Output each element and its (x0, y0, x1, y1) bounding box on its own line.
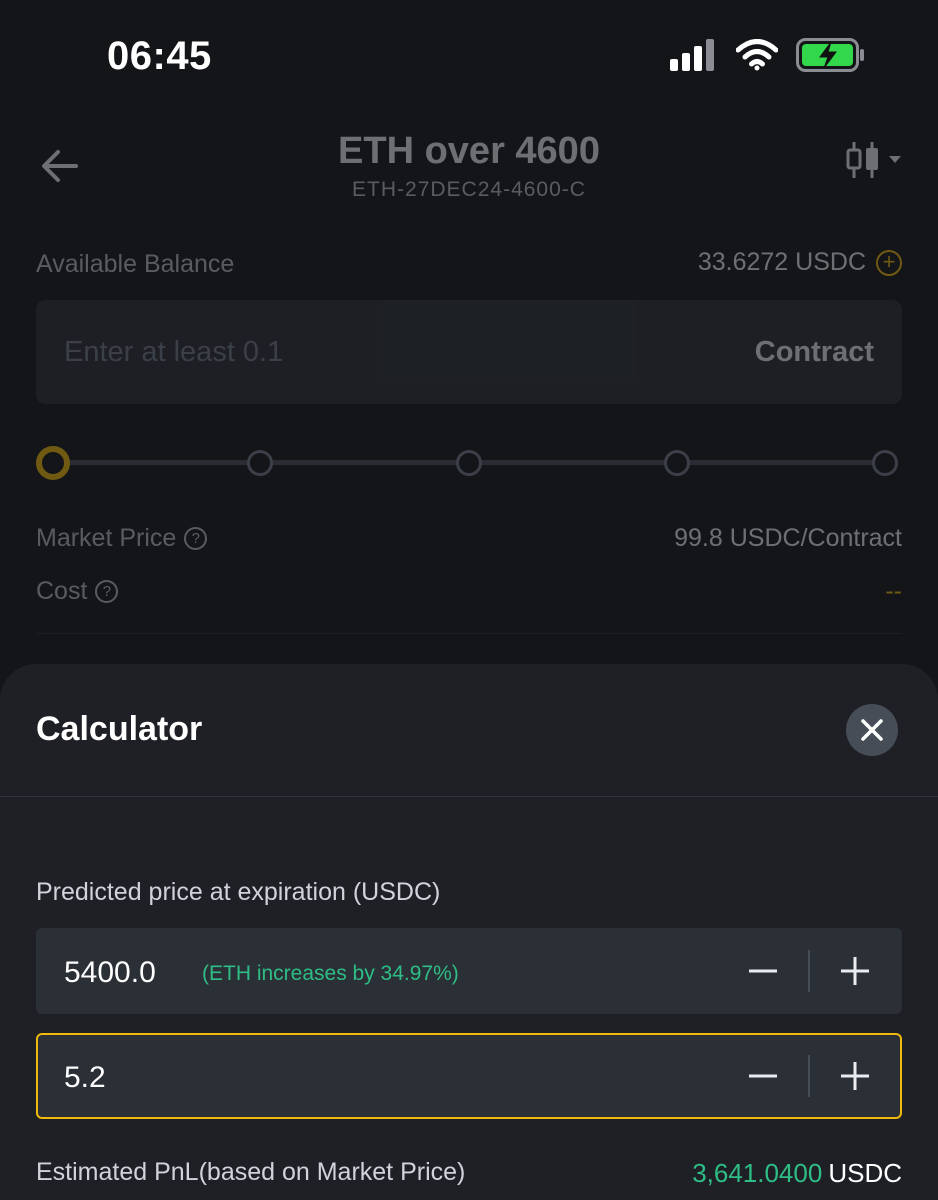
slider-dot-25[interactable] (247, 450, 273, 476)
slider-dot-0[interactable] (36, 446, 70, 480)
cost-label: Cost ? (36, 577, 119, 606)
cost-value: -- (885, 577, 902, 605)
predicted-price-value[interactable]: 5400.0 (64, 956, 156, 990)
status-time: 06:45 (107, 34, 212, 78)
increment-button[interactable] (810, 930, 900, 1012)
quantity-unit[interactable]: Contract (755, 336, 874, 369)
slider-dot-100[interactable] (872, 450, 898, 476)
minus-icon (749, 1074, 777, 1078)
estimated-pnl: 3,641.0400 USDC (692, 1158, 902, 1189)
calculator-sheet: Calculator Predicted price at expiration… (0, 664, 938, 1200)
divider (0, 796, 938, 797)
status-bar: 06:45 (0, 0, 938, 110)
signal-icon (670, 39, 714, 71)
price-stepper (718, 930, 900, 1012)
wifi-icon (736, 39, 778, 71)
quantity-placeholder: Enter at least 0.1 (64, 336, 284, 368)
candlestick-icon (846, 142, 878, 178)
balance-amount: 33.6272 USDC (697, 248, 866, 276)
decrement-button[interactable] (718, 930, 808, 1012)
estimated-pnl-value: 3,641.0400 (692, 1158, 823, 1188)
cost-text: Cost (36, 577, 88, 605)
page-title: ETH over 4600 (338, 130, 600, 172)
add-funds-icon[interactable]: + (876, 249, 902, 276)
minus-icon (749, 969, 777, 973)
plus-icon (841, 1062, 869, 1090)
market-price-value: 99.8 USDC/Contract (674, 524, 902, 552)
market-price-label: Market Price ? (36, 524, 208, 553)
help-icon[interactable]: ? (184, 527, 208, 550)
balance-value: 33.6272 USDC + (698, 248, 902, 277)
close-icon (861, 719, 883, 741)
slider-dot-50[interactable] (456, 450, 482, 476)
quantity-field[interactable]: 5.2 (36, 1033, 902, 1119)
increment-button[interactable] (810, 1035, 900, 1117)
calculator-title: Calculator (36, 710, 203, 748)
predicted-price-field[interactable]: 5400.0 (ETH increases by 34.97%) (36, 928, 902, 1014)
chart-toggle-button[interactable] (846, 140, 902, 180)
decrement-button[interactable] (718, 1035, 808, 1117)
quantity-stepper (718, 1035, 900, 1117)
plus-icon (841, 957, 869, 985)
close-button[interactable] (846, 704, 898, 756)
page-subtitle: ETH-27DEC24-4600-C (352, 178, 586, 201)
quantity-input[interactable]: Enter at least 0.1 Contract (36, 300, 902, 404)
estimated-pnl-unit: USDC (828, 1158, 902, 1188)
quantity-value[interactable]: 5.2 (64, 1061, 106, 1095)
status-icons (670, 38, 866, 72)
market-price-text: Market Price (36, 524, 177, 552)
help-icon[interactable]: ? (95, 580, 119, 603)
battery-charging-icon (796, 38, 864, 72)
divider (36, 633, 902, 634)
price-change-hint: (ETH increases by 34.97%) (202, 962, 459, 985)
order-page: ETH over 4600 ETH-27DEC24-4600-C Availab… (0, 110, 938, 670)
estimated-pnl-label: Estimated PnL(based on Market Price) (36, 1158, 466, 1186)
quantity-slider[interactable] (36, 446, 902, 480)
slider-dot-75[interactable] (664, 450, 690, 476)
balance-label: Available Balance (36, 250, 235, 278)
predicted-price-label: Predicted price at expiration (USDC) (36, 878, 441, 906)
chevron-down-icon (889, 156, 901, 163)
